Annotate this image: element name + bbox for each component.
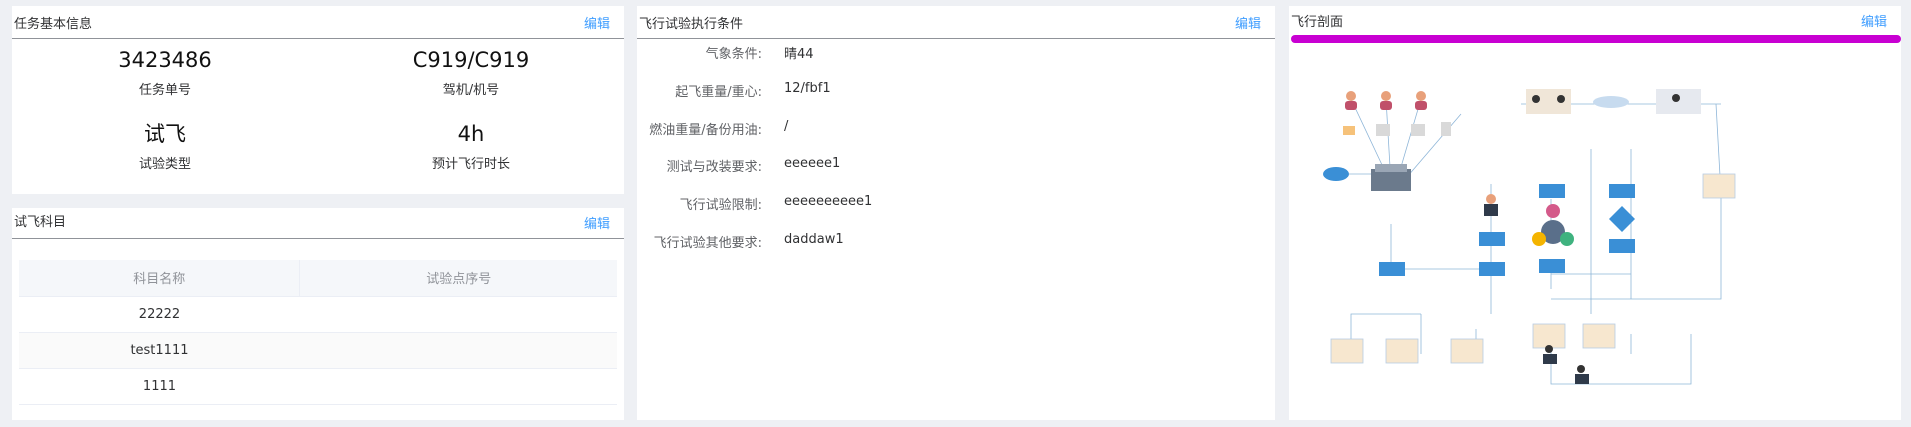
cell-point-number bbox=[299, 368, 617, 405]
condition-row-other: 飞行试验其他要求: daddaw1 bbox=[637, 228, 1275, 266]
condition-row-limits: 飞行试验限制: eeeeeeeeee1 bbox=[637, 190, 1275, 228]
panel-title: 任务基本信息 bbox=[14, 16, 93, 32]
panel-title: 试飞科目 bbox=[14, 215, 67, 230]
info-cell-aircraft: C919/C919 驾机/机号 bbox=[318, 39, 624, 113]
condition-row-fuel: 燃油重量/备份用油: / bbox=[637, 115, 1275, 153]
flight-profile-diagram-image bbox=[1323, 89, 1736, 385]
edit-conditions-button[interactable]: 编辑 bbox=[1235, 13, 1261, 32]
subjects-table: 科目名称 试验点序号 22222 test1111 1111 bbox=[19, 260, 617, 405]
info-value: 试飞 bbox=[144, 122, 186, 146]
condition-label: 飞行试验其他要求: bbox=[653, 235, 762, 251]
info-value: C919/C919 bbox=[412, 48, 530, 72]
condition-value: daddaw1 bbox=[784, 231, 844, 247]
column-header-subject-name: 科目名称 bbox=[19, 260, 301, 297]
condition-value: eeeeeeeeee1 bbox=[784, 194, 873, 210]
edit-profile-button[interactable]: 编辑 bbox=[1861, 11, 1887, 30]
cell-point-number bbox=[299, 296, 617, 333]
edit-subjects-button[interactable]: 编辑 bbox=[584, 213, 610, 232]
cell-point-number bbox=[299, 332, 617, 369]
info-label: 预计飞行时长 bbox=[431, 157, 510, 172]
column-header-point-number: 试验点序号 bbox=[299, 260, 617, 297]
info-cell-test-type: 试飞 试验类型 bbox=[12, 113, 318, 187]
panel-title: 飞行试验执行条件 bbox=[639, 16, 744, 32]
table-header-row: 科目名称 试验点序号 bbox=[19, 260, 617, 297]
table-row[interactable]: 1111 bbox=[19, 368, 617, 405]
info-value: 4h bbox=[457, 122, 485, 146]
info-label: 任务单号 bbox=[138, 83, 191, 98]
condition-label: 飞行试验限制: bbox=[679, 198, 762, 214]
condition-label: 测试与改装要求: bbox=[666, 160, 762, 176]
panel-header: 任务基本信息 编辑 bbox=[12, 6, 624, 39]
panel-header: 飞行试验执行条件 编辑 bbox=[637, 6, 1275, 39]
table-row[interactable]: test1111 bbox=[19, 332, 617, 369]
condition-label: 气象条件: bbox=[705, 47, 762, 62]
info-label: 试验类型 bbox=[138, 157, 191, 172]
flight-profile-panel: 飞行剖面 编辑 bbox=[1289, 6, 1901, 420]
profile-progress-bar bbox=[1291, 35, 1901, 43]
panel-title: 飞行剖面 bbox=[1291, 14, 1344, 30]
condition-value: 12/fbf1 bbox=[784, 80, 831, 96]
condition-row-test-requirements: 测试与改装要求: eeeeee1 bbox=[637, 152, 1275, 190]
info-grid: 3423486 任务单号 C919/C919 驾机/机号 试飞 试验类型 4h … bbox=[12, 39, 624, 187]
info-cell-flight-duration: 4h 预计飞行时长 bbox=[318, 113, 624, 187]
conditions-list: 气象条件: 晴44 起飞重量/重心: 12/fbf1 燃油重量/备份用油: / … bbox=[637, 39, 1275, 266]
task-basic-info-panel: 任务基本信息 编辑 3423486 任务单号 C919/C919 驾机/机号 试… bbox=[12, 6, 624, 194]
condition-row-weather: 气象条件: 晴44 bbox=[637, 39, 1275, 77]
cell-subject-name: 1111 bbox=[19, 368, 300, 405]
condition-label: 燃油重量/备份用油: bbox=[649, 122, 762, 138]
edit-basic-info-button[interactable]: 编辑 bbox=[584, 13, 610, 32]
condition-row-takeoff-weight: 起飞重量/重心: 12/fbf1 bbox=[637, 77, 1275, 115]
info-cell-task-number: 3423486 任务单号 bbox=[12, 39, 318, 113]
flight-subjects-panel: 试飞科目 编辑 科目名称 试验点序号 22222 test1111 1111 bbox=[12, 208, 624, 420]
info-label: 驾机/机号 bbox=[442, 83, 500, 98]
cell-subject-name: test1111 bbox=[19, 332, 300, 369]
panel-header: 飞行剖面 编辑 bbox=[1289, 6, 1901, 34]
table-row[interactable]: 22222 bbox=[19, 296, 617, 333]
panel-header: 试飞科目 编辑 bbox=[12, 208, 624, 239]
condition-value: 晴44 bbox=[784, 47, 814, 62]
cell-subject-name: 22222 bbox=[19, 296, 300, 333]
info-value: 3423486 bbox=[118, 48, 212, 72]
condition-label: 起飞重量/重心: bbox=[675, 84, 762, 100]
condition-value: / bbox=[784, 118, 789, 134]
flight-conditions-panel: 飞行试验执行条件 编辑 气象条件: 晴44 起飞重量/重心: 12/fbf1 燃… bbox=[637, 6, 1275, 420]
condition-value: eeeeee1 bbox=[784, 156, 841, 172]
